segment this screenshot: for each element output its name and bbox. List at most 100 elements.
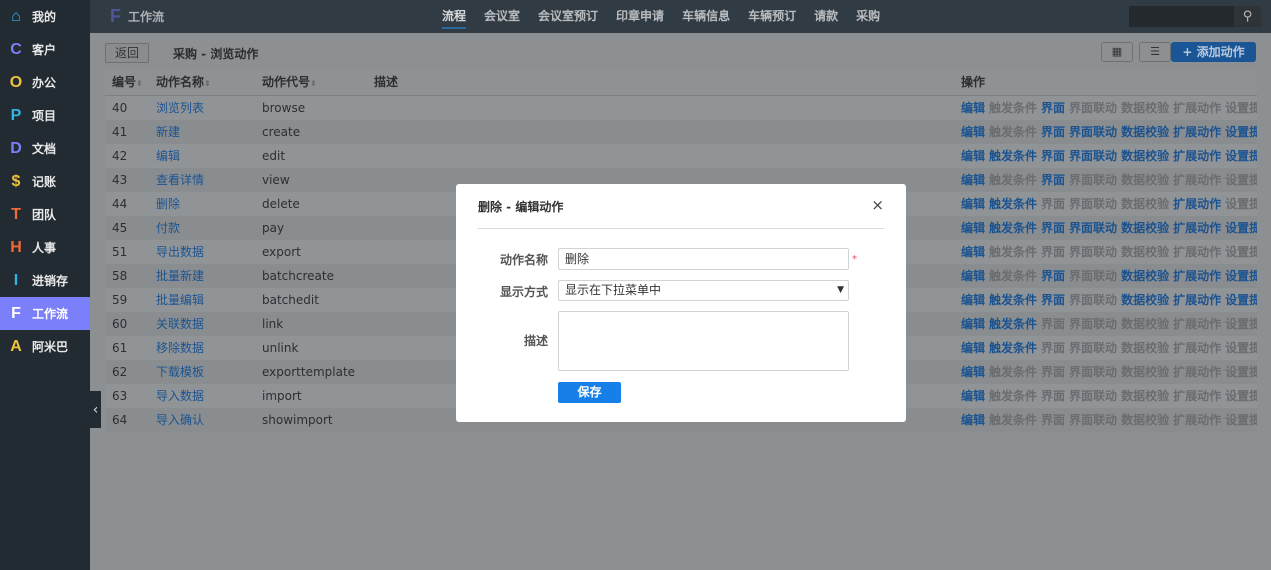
op-link[interactable]: 界面 xyxy=(1041,101,1065,115)
sidebar-item-1[interactable]: C 客户 xyxy=(0,33,90,66)
op-link[interactable]: 编辑 xyxy=(961,293,985,307)
nav-tab[interactable]: 采购 xyxy=(856,0,880,33)
op-link[interactable]: 触发条件 xyxy=(989,149,1037,163)
action-name-link[interactable]: 浏览列表 xyxy=(156,101,204,115)
op-link[interactable]: 编辑 xyxy=(961,269,985,283)
op-link[interactable]: 数据校验 xyxy=(1121,269,1169,283)
action-name-link[interactable]: 删除 xyxy=(156,197,180,211)
op-link[interactable]: 触发条件 xyxy=(989,341,1037,355)
action-name-link[interactable]: 付款 xyxy=(156,221,180,235)
sidebar-item-9[interactable]: F 工作流 xyxy=(0,297,90,330)
sidebar-item-4[interactable]: D 文档 xyxy=(0,132,90,165)
add-action-button[interactable]: + 添加动作 xyxy=(1171,42,1256,62)
op-link[interactable]: 界面联动 xyxy=(1069,149,1117,163)
op-link[interactable]: 设置提 xyxy=(1225,293,1257,307)
desc-textarea[interactable] xyxy=(558,311,849,371)
op-link[interactable]: 编辑 xyxy=(961,341,985,355)
op-link[interactable]: 设置提 xyxy=(1225,149,1257,163)
op-link[interactable]: 编辑 xyxy=(961,149,985,163)
sort-icon[interactable]: ⬍ xyxy=(310,79,317,88)
action-name-link[interactable]: 导出数据 xyxy=(156,245,204,259)
nav-tab[interactable]: 会议室 xyxy=(484,0,520,33)
nav-tab[interactable]: 车辆信息 xyxy=(682,0,730,33)
op-link[interactable]: 设置提 xyxy=(1225,269,1257,283)
op-link[interactable]: 触发条件 xyxy=(989,221,1037,235)
collapse-sidebar-button[interactable]: ‹ xyxy=(90,391,101,428)
action-name-link[interactable]: 新建 xyxy=(156,125,180,139)
op-link[interactable]: 编辑 xyxy=(961,365,985,379)
op-link[interactable]: 触发条件 xyxy=(989,293,1037,307)
sort-icon[interactable]: ⬍ xyxy=(136,79,143,88)
op-link[interactable]: 触发条件 xyxy=(989,197,1037,211)
op-link[interactable]: 扩展动作 xyxy=(1173,293,1221,307)
sort-icon[interactable]: ⬍ xyxy=(204,79,211,88)
op-link[interactable]: 编辑 xyxy=(961,245,985,259)
action-name-link[interactable]: 编辑 xyxy=(156,149,180,163)
op-link[interactable]: 扩展动作 xyxy=(1173,221,1221,235)
op-link[interactable]: 扩展动作 xyxy=(1173,197,1221,211)
op-link[interactable]: 编辑 xyxy=(961,125,985,139)
op-link[interactable]: 编辑 xyxy=(961,317,985,331)
op-link[interactable]: 编辑 xyxy=(961,173,985,187)
op-link[interactable]: 界面 xyxy=(1041,173,1065,187)
search-input[interactable] xyxy=(1129,6,1234,27)
nav-tab[interactable]: 流程 xyxy=(442,0,467,33)
row-id: 44 xyxy=(112,197,128,211)
op-link[interactable]: 界面 xyxy=(1041,125,1065,139)
action-name-link[interactable]: 批量新建 xyxy=(156,269,204,283)
close-icon[interactable]: × xyxy=(871,196,884,214)
op-link[interactable]: 编辑 xyxy=(961,101,985,115)
nav-tab[interactable]: 会议室预订 xyxy=(538,0,598,33)
sidebar-item-0[interactable]: ⌂ 我的 xyxy=(0,0,90,33)
sidebar-item-3[interactable]: P 项目 xyxy=(0,99,90,132)
nav-tab[interactable]: 请款 xyxy=(814,0,838,33)
op-link[interactable]: 编辑 xyxy=(961,221,985,235)
op-link[interactable]: 设置提 xyxy=(1225,125,1257,139)
op-link[interactable]: 界面 xyxy=(1041,269,1065,283)
op-link[interactable]: 扩展动作 xyxy=(1173,269,1221,283)
op-link[interactable]: 界面联动 xyxy=(1069,221,1117,235)
action-name-link[interactable]: 关联数据 xyxy=(156,317,204,331)
action-name-link[interactable]: 下载模板 xyxy=(156,365,204,379)
header-label[interactable]: 动作代号 xyxy=(262,75,310,89)
op-link[interactable]: 数据校验 xyxy=(1121,125,1169,139)
op-link[interactable]: 编辑 xyxy=(961,413,985,427)
display-select[interactable]: 显示在下拉菜单中 ▼ xyxy=(558,280,849,301)
op-link[interactable]: 数据校验 xyxy=(1121,293,1169,307)
action-name-link[interactable]: 查看详情 xyxy=(156,173,204,187)
op-link[interactable]: 编辑 xyxy=(961,389,985,403)
name-input[interactable]: 删除 xyxy=(558,248,849,270)
op-link[interactable]: 设置提 xyxy=(1225,221,1257,235)
sidebar-item-8[interactable]: I 进销存 xyxy=(0,264,90,297)
action-name-link[interactable]: 移除数据 xyxy=(156,341,204,355)
sidebar-item-10[interactable]: A 阿米巴 xyxy=(0,330,90,363)
search-icon[interactable]: ⚲ xyxy=(1234,6,1261,27)
op-link[interactable]: 触发条件 xyxy=(989,317,1037,331)
header-label[interactable]: 编号 xyxy=(112,75,136,89)
grid-view-icon[interactable]: ▦ xyxy=(1101,42,1133,62)
op-link[interactable]: 界面 xyxy=(1041,221,1065,235)
action-name-link[interactable]: 导入数据 xyxy=(156,389,204,403)
op-link[interactable]: 扩展动作 xyxy=(1173,149,1221,163)
op-link[interactable]: 编辑 xyxy=(961,197,985,211)
nav-tab[interactable]: 车辆预订 xyxy=(748,0,796,33)
back-button[interactable]: 返回 xyxy=(105,43,149,63)
dropdown-arrow-icon: ▼ xyxy=(837,285,844,295)
sidebar-item-5[interactable]: $ 记账 xyxy=(0,165,90,198)
header-label[interactable]: 动作名称 xyxy=(156,75,204,89)
action-name-link[interactable]: 导入确认 xyxy=(156,413,204,427)
list-view-icon[interactable]: ☰ xyxy=(1139,42,1171,62)
row-id: 61 xyxy=(112,341,128,355)
op-link[interactable]: 数据校验 xyxy=(1121,221,1169,235)
save-button[interactable]: 保存 xyxy=(558,382,621,403)
op-link[interactable]: 界面 xyxy=(1041,149,1065,163)
op-link[interactable]: 扩展动作 xyxy=(1173,125,1221,139)
sidebar-item-2[interactable]: O 办公 xyxy=(0,66,90,99)
sidebar-item-7[interactable]: H 人事 xyxy=(0,231,90,264)
op-link[interactable]: 界面联动 xyxy=(1069,125,1117,139)
nav-tab[interactable]: 印章申请 xyxy=(616,0,664,33)
action-name-link[interactable]: 批量编辑 xyxy=(156,293,204,307)
sidebar-item-6[interactable]: T 团队 xyxy=(0,198,90,231)
op-link[interactable]: 界面 xyxy=(1041,293,1065,307)
op-link[interactable]: 数据校验 xyxy=(1121,149,1169,163)
